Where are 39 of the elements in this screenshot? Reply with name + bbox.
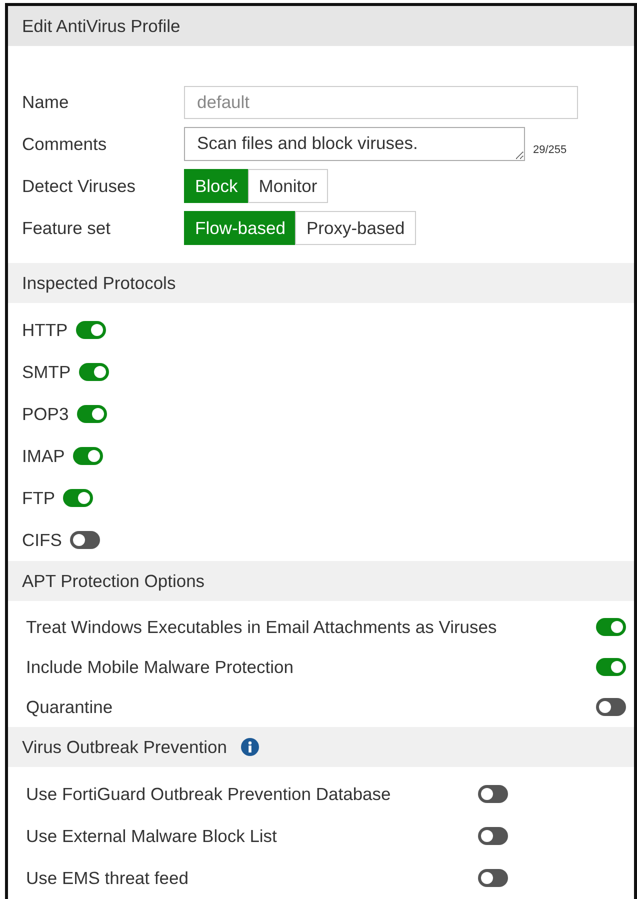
section-title: APT Protection Options [22,570,205,593]
toggle-switch[interactable] [78,363,109,381]
segment-option[interactable]: Monitor [248,169,328,203]
toggle-switch[interactable] [478,785,508,803]
option-label: Quarantine [26,696,113,719]
field-label: Feature set [22,216,112,240]
segment-option[interactable]: Block [184,169,249,203]
toggle-switch[interactable] [478,827,508,845]
toggle-switch[interactable] [596,658,626,676]
toggle-switch[interactable] [72,447,103,465]
option-label: Treat Windows Executables in Email Attachments as Viruses [26,616,497,639]
toggle-switch[interactable] [596,618,626,636]
option-label: IMAP [22,444,65,468]
character-counter: 29/255 [533,142,567,158]
option-label: Use EMS threat feed [26,866,190,890]
toggle-switch[interactable] [76,405,107,423]
option-label: FTP [22,486,56,510]
option-label: HTTP [22,318,68,342]
toggle-switch[interactable] [63,489,94,507]
field-label: Detect Viruses [22,174,136,198]
option-label: POP3 [22,402,69,426]
toggle-switch[interactable] [70,531,100,549]
field-label: Comments [22,132,108,156]
dialog-title: Edit AntiVirus Profile [22,14,180,38]
option-label: Include Mobile Malware Protection [26,656,294,679]
option-label: Use FortiGuard Outbreak Prevention Database [26,782,392,806]
section-title: Virus Outbreak Prevention [22,736,227,759]
segment-option[interactable]: Flow-based [184,211,296,245]
option-label: CIFS [22,528,62,552]
segment-option[interactable]: Proxy-based [295,211,416,245]
option-label: SMTP [22,360,71,384]
comments-field[interactable]: Scan files and block viruses. [184,127,525,161]
toggle-switch[interactable] [596,698,626,716]
option-label: Use External Malware Block List [26,824,278,848]
toggle-switch[interactable] [478,869,508,887]
toggle-switch[interactable] [76,321,106,339]
info-icon[interactable] [240,738,259,756]
field-label: Name [22,90,70,114]
section-title: Inspected Protocols [22,272,176,295]
